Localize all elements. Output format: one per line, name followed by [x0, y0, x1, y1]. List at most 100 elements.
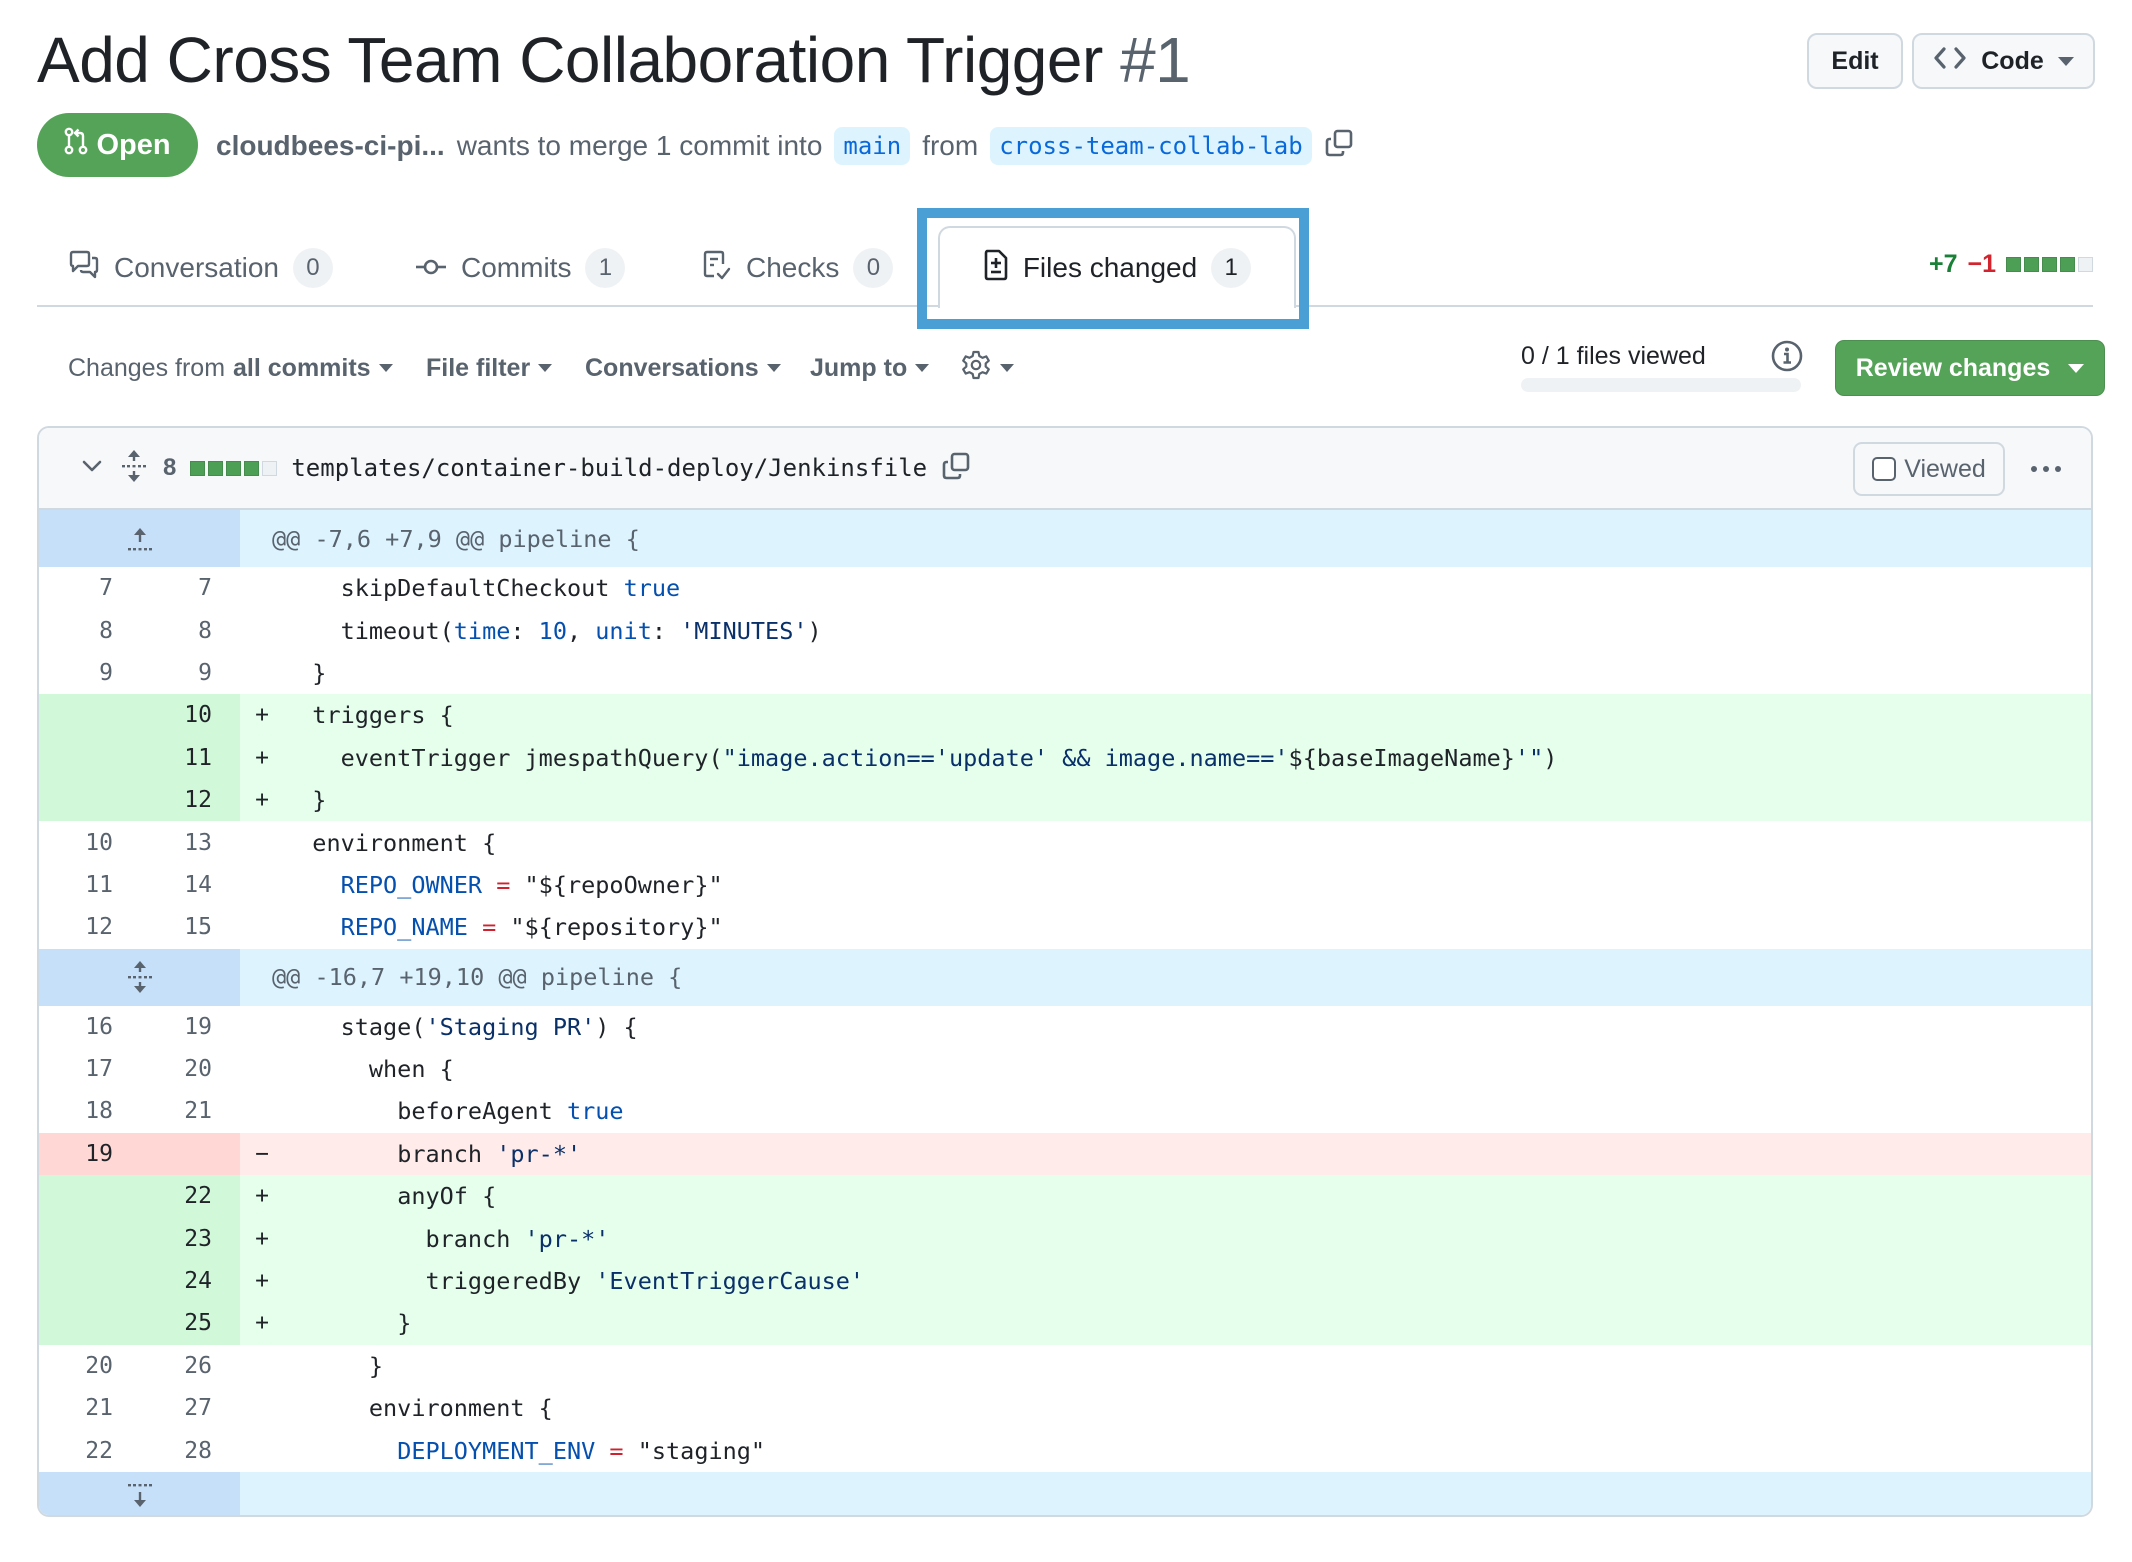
old-line-number[interactable]: 7 — [39, 567, 139, 609]
copy-path-icon[interactable] — [941, 451, 971, 486]
changes-from-dropdown[interactable]: Changes from all commits — [68, 348, 393, 388]
new-line-number[interactable]: 28 — [139, 1429, 239, 1471]
info-icon[interactable] — [1770, 339, 1804, 378]
code-token: branch — [425, 1224, 525, 1253]
old-line-number[interactable]: 21 — [39, 1387, 139, 1429]
code-line: skipDefaultCheckout true — [284, 567, 2091, 609]
new-line-number[interactable]: 22 — [139, 1175, 239, 1217]
review-changes-button[interactable]: Review changes — [1835, 340, 2105, 396]
file-path[interactable]: templates/container-build-deploy/Jenkins… — [291, 454, 927, 482]
hunk-header-row: @@ -7,6 +7,9 @@ pipeline { — [39, 510, 2091, 567]
collapse-chevron-icon[interactable] — [79, 453, 105, 484]
tab-checks[interactable]: Checks 0 — [702, 230, 894, 306]
old-line-number[interactable]: 12 — [39, 906, 139, 948]
old-line-number[interactable] — [39, 1175, 139, 1217]
old-line-number[interactable]: 11 — [39, 864, 139, 906]
new-line-number[interactable] — [139, 1133, 239, 1175]
new-line-number[interactable]: 20 — [139, 1048, 239, 1090]
code-token: time — [453, 616, 511, 645]
edit-button[interactable]: Edit — [1807, 33, 1903, 89]
new-line-number[interactable]: 27 — [139, 1387, 239, 1429]
new-line-number[interactable]: 21 — [139, 1090, 239, 1132]
expand-down-icon[interactable] — [39, 1471, 240, 1515]
new-line-number[interactable]: 23 — [139, 1217, 239, 1259]
new-line-number[interactable]: 13 — [139, 821, 239, 863]
old-line-number[interactable] — [39, 1302, 139, 1344]
copy-icon[interactable] — [1324, 128, 1354, 165]
code-token: : — [651, 616, 681, 645]
diffstat-addition-block — [2024, 257, 2039, 272]
new-line-number[interactable]: 14 — [139, 864, 239, 906]
code-token: true — [623, 574, 681, 603]
new-line-number[interactable]: 12 — [139, 779, 239, 821]
code-button[interactable]: Code — [1912, 33, 2095, 89]
old-line-number[interactable]: 18 — [39, 1090, 139, 1132]
author-link[interactable]: cloudbees-ci-pi... — [216, 130, 445, 162]
tab-conversation[interactable]: Conversation 0 — [68, 230, 333, 306]
head-branch[interactable]: cross-team-collab-lab — [990, 127, 1312, 165]
code-line: when { — [284, 1048, 2091, 1090]
line-number-gutter: 12 15 — [39, 906, 240, 948]
conversations-dropdown[interactable]: Conversations — [585, 348, 781, 388]
tab-commits[interactable]: Commits 1 — [415, 230, 626, 306]
code-line: environment { — [284, 1387, 2091, 1429]
new-line-number[interactable]: 11 — [139, 737, 239, 779]
code-token: skipDefaultCheckout — [340, 574, 624, 603]
line-number-gutter: 88 — [39, 609, 240, 651]
tab-conversation-count: 0 — [292, 248, 333, 288]
old-line-number[interactable] — [39, 737, 139, 779]
new-line-number[interactable]: 9 — [139, 652, 239, 694]
code-token: ) { — [595, 1012, 638, 1041]
old-line-number[interactable]: 9 — [39, 652, 139, 694]
old-line-number[interactable] — [39, 779, 139, 821]
new-line-number[interactable]: 24 — [139, 1260, 239, 1302]
old-line-number[interactable]: 19 — [39, 1133, 139, 1175]
old-line-number[interactable]: 16 — [39, 1006, 139, 1048]
viewed-checkbox-button[interactable]: Viewed — [1853, 442, 2005, 496]
from-text: from — [922, 130, 979, 161]
new-line-number[interactable]: 8 — [139, 609, 239, 651]
old-line-number[interactable] — [39, 694, 139, 736]
old-line-number[interactable]: 10 — [39, 821, 139, 863]
diff-line-context: 16 19 stage('Staging PR') { — [39, 1006, 2091, 1048]
diff-line-added: 11 + eventTrigger jmespathQuery("image.ac… — [39, 736, 2091, 779]
old-line-number[interactable]: 22 — [39, 1429, 139, 1471]
new-line-number[interactable]: 10 — [139, 694, 239, 736]
expand-up-icon[interactable] — [39, 510, 240, 567]
expand-both-icon[interactable] — [39, 948, 240, 1006]
old-line-number[interactable]: 8 — [39, 609, 139, 651]
status-badge: Open — [37, 113, 198, 177]
new-line-number[interactable]: 15 — [139, 906, 239, 948]
line-number-gutter: 17 20 — [39, 1048, 240, 1090]
code-token: environment { — [368, 1394, 553, 1423]
expand-all-icon[interactable] — [119, 449, 149, 488]
diff-settings-dropdown[interactable] — [960, 348, 1014, 388]
new-line-number[interactable]: 7 — [139, 567, 239, 609]
tab-commits-count: 1 — [585, 248, 626, 288]
jump-to-dropdown[interactable]: Jump to — [810, 348, 930, 388]
code-token: '" — [1514, 743, 1544, 772]
more-options-icon[interactable] — [2025, 454, 2067, 484]
new-line-number[interactable]: 19 — [139, 1006, 239, 1048]
code-line: environment { — [284, 821, 2091, 863]
viewed-checkbox[interactable] — [1872, 457, 1897, 481]
old-line-number[interactable]: 20 — [39, 1345, 139, 1387]
base-branch[interactable]: main — [834, 127, 911, 165]
file-filter-dropdown[interactable]: File filter — [426, 348, 553, 388]
old-line-number[interactable] — [39, 1217, 139, 1259]
old-line-number[interactable] — [39, 1260, 139, 1302]
tab-checks-label: Checks — [746, 252, 840, 283]
file-changes-count: 8 — [163, 454, 177, 481]
diffstat-addition-block — [2060, 257, 2075, 272]
diff-line-context: 21 27 environment { — [39, 1387, 2091, 1429]
new-line-number[interactable]: 25 — [139, 1302, 239, 1344]
new-line-number[interactable]: 26 — [139, 1345, 239, 1387]
tab-files-changed[interactable]: Files changed 1 — [938, 226, 1296, 308]
old-line-number[interactable]: 17 — [39, 1048, 139, 1090]
